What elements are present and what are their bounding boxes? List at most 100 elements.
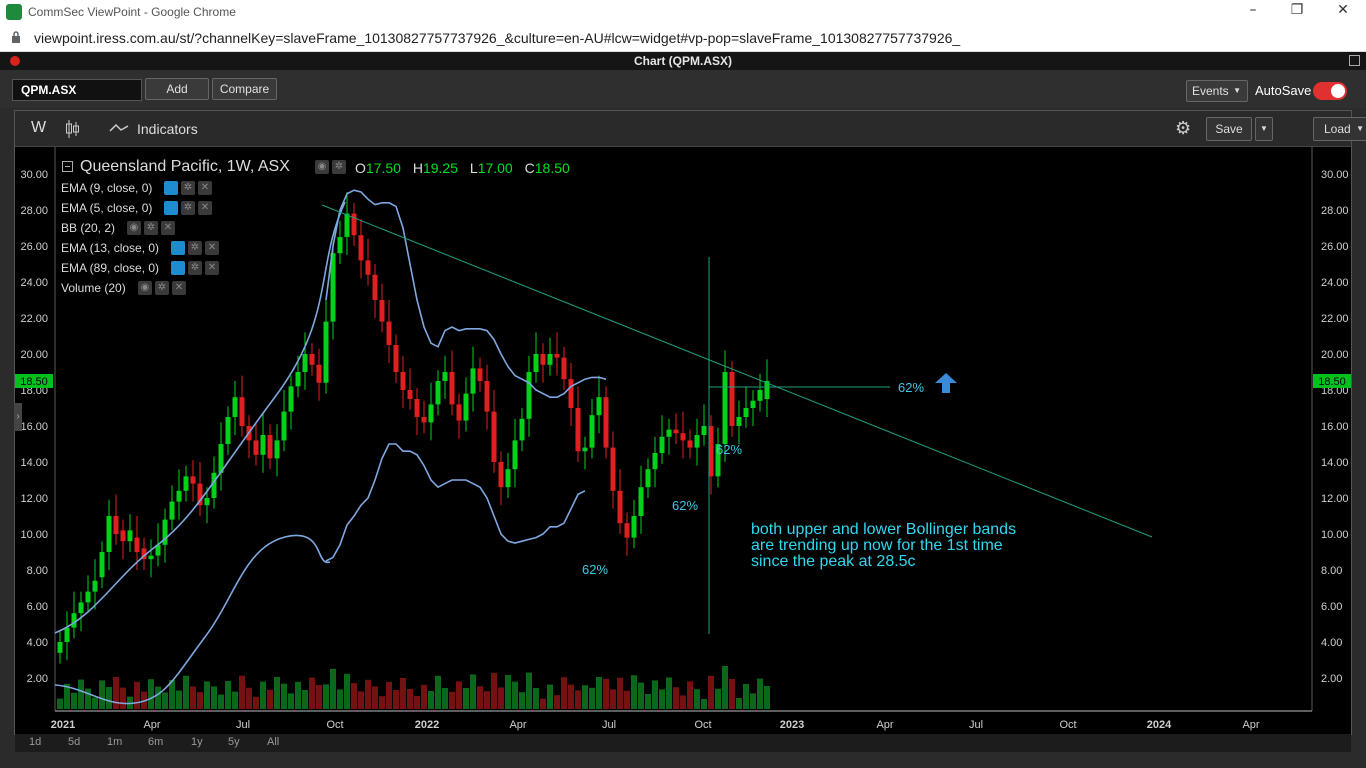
gear-icon[interactable]: ⚙	[1175, 118, 1191, 139]
interval-button[interactable]: W	[31, 119, 46, 137]
volume-bar	[316, 685, 322, 709]
period-6m[interactable]: 6m	[148, 736, 163, 748]
volume-bar	[421, 684, 427, 709]
candle-body	[99, 552, 105, 578]
volume-bar	[197, 692, 203, 709]
gear-icon[interactable]: ✲	[332, 160, 346, 174]
gear-icon[interactable]: ✲	[155, 281, 169, 295]
candle-body	[274, 440, 280, 459]
load-button[interactable]: Load ▼	[1313, 117, 1366, 141]
price-chart[interactable]: 30.00 30.00 28.00 28.00 26.00 26.00 24.00 24.00…	[15, 147, 1351, 734]
candle-body	[344, 213, 350, 237]
chart-toolbar: W Indicators ⚙ Save ▼ Load ▼	[15, 111, 1366, 147]
period-5y[interactable]: 5y	[228, 736, 240, 748]
volume-bar	[372, 686, 378, 709]
y-tick-label-right: 30.00	[1321, 169, 1349, 181]
close-icon[interactable]: ✕	[161, 221, 175, 235]
study-volume[interactable]: Volume (20)	[61, 281, 126, 295]
close-icon[interactable]: ✕	[198, 201, 212, 215]
close-icon[interactable]: ✕	[198, 181, 212, 195]
eye-icon[interactable]	[171, 261, 185, 275]
collapse-legend-icon[interactable]	[62, 161, 73, 172]
y-tick-label-right: 24.00	[1321, 277, 1349, 289]
events-dropdown[interactable]: Events ▼	[1186, 80, 1248, 102]
volume-bar	[456, 681, 462, 709]
close-icon[interactable]: ✕	[205, 261, 219, 275]
save-dropdown-chevron-icon[interactable]: ▼	[1255, 117, 1273, 141]
volume-bar	[610, 689, 616, 709]
candle-body	[204, 498, 210, 506]
eye-icon[interactable]	[164, 181, 178, 195]
period-all[interactable]: All	[267, 736, 279, 748]
candle-body	[659, 436, 665, 453]
volume-bar	[211, 686, 217, 709]
maximize-panel-icon[interactable]	[1349, 55, 1360, 66]
annotation-62-top: 62%	[898, 380, 925, 395]
close-icon[interactable]: ✕	[1320, 2, 1366, 22]
side-panel-toggle[interactable]: ›	[14, 403, 22, 431]
volume-bar	[407, 689, 413, 709]
candlestick-icon[interactable]	[65, 119, 79, 139]
gear-icon[interactable]: ✲	[181, 181, 195, 195]
gear-icon[interactable]: ✲	[181, 201, 195, 215]
minimize-icon[interactable]: –	[1230, 2, 1276, 22]
candle-body	[407, 390, 413, 399]
bollinger-lower-band-early	[54, 534, 331, 705]
close-icon[interactable]: ✕	[172, 281, 186, 295]
period-1d[interactable]: 1d	[29, 736, 41, 748]
browser-titlebar: CommSec ViewPoint - Google Chrome – ❐ ✕	[0, 0, 1366, 24]
lock-icon	[12, 31, 20, 43]
indicators-button[interactable]: Indicators	[137, 121, 198, 137]
candle-body	[736, 417, 742, 426]
study-ema-9[interactable]: EMA (9, close, 0)	[61, 181, 152, 195]
period-1m[interactable]: 1m	[107, 736, 122, 748]
volume-bar	[708, 675, 714, 709]
address-bar[interactable]: viewpoint.iress.com.au/st/?channelKey=sl…	[0, 24, 1366, 52]
indicators-icon[interactable]	[109, 123, 129, 133]
gear-icon[interactable]: ✲	[188, 261, 202, 275]
eye-icon[interactable]	[171, 241, 185, 255]
study-ema-5[interactable]: EMA (5, close, 0)	[61, 201, 152, 215]
x-tick-label: Oct	[1059, 719, 1076, 731]
visibility-icon[interactable]: ◉	[315, 160, 329, 174]
y-tick-label-left: 10.00	[20, 529, 48, 541]
candle-body	[386, 321, 392, 345]
volume-bar	[190, 686, 196, 709]
x-tick-label: 2022	[415, 719, 439, 731]
volume-bar	[631, 675, 637, 709]
volume-bar	[687, 681, 693, 709]
study-bb[interactable]: BB (20, 2)	[61, 221, 115, 235]
add-button[interactable]: Add	[145, 78, 209, 100]
eye-off-icon[interactable]: ◉	[127, 221, 141, 235]
url-text[interactable]: viewpoint.iress.com.au/st/?channelKey=sl…	[34, 30, 960, 46]
candle-body	[183, 476, 189, 491]
close-icon[interactable]: ✕	[205, 241, 219, 255]
volume-bar	[309, 677, 315, 709]
volume-bar	[337, 689, 343, 709]
close-panel-icon[interactable]	[10, 56, 20, 66]
volume-bar	[519, 692, 525, 709]
study-ema-89[interactable]: EMA (89, close, 0)	[61, 261, 159, 275]
eye-icon[interactable]	[164, 201, 178, 215]
compare-button[interactable]: Compare	[212, 78, 277, 100]
gear-icon[interactable]: ✲	[144, 221, 158, 235]
candle-body	[750, 400, 756, 408]
y-tick-label-left: 2.00	[27, 673, 48, 685]
autosave-toggle[interactable]	[1313, 82, 1347, 100]
period-5d[interactable]: 5d	[68, 736, 80, 748]
annotation-note: both upper and lower Bollinger bands are…	[751, 522, 1016, 570]
candle-body	[526, 372, 532, 419]
symbol-input[interactable]	[12, 79, 142, 101]
y-tick-label-right: 16.00	[1321, 421, 1349, 433]
volume-bar	[526, 672, 532, 709]
candle-body	[652, 453, 658, 470]
study-ema-13[interactable]: EMA (13, close, 0)	[61, 241, 159, 255]
gear-icon[interactable]: ✲	[188, 241, 202, 255]
restore-icon[interactable]: ❐	[1274, 2, 1320, 22]
candle-body	[365, 260, 371, 275]
period-1y[interactable]: 1y	[191, 736, 203, 748]
save-button[interactable]: Save	[1206, 117, 1252, 141]
low-label: L	[469, 160, 478, 176]
eye-off-icon[interactable]: ◉	[138, 281, 152, 295]
candle-body	[519, 418, 525, 441]
